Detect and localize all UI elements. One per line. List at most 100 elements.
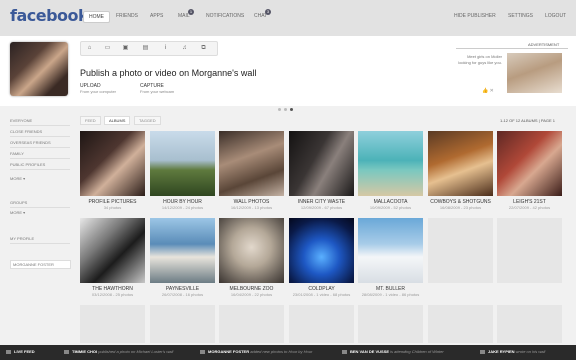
album-thumbnail[interactable] (80, 218, 145, 283)
ad-divider (456, 48, 568, 49)
filter-more[interactable]: MORE ▾ (10, 176, 70, 183)
capture-action[interactable]: CAPTURE From your webcam (140, 83, 174, 95)
empty-album-slot (150, 305, 215, 343)
tab-tagged[interactable]: TAGGED (134, 116, 161, 125)
capture-sub: From your webcam (140, 89, 175, 94)
nav-friends[interactable]: FRIENDS (116, 13, 138, 19)
pager-dot[interactable] (284, 108, 287, 111)
album-thumbnail[interactable] (358, 131, 423, 196)
album-card[interactable]: COWBOYS & SHOTGUNS 16/08/2009 - 23 photo… (428, 131, 493, 210)
album-card[interactable]: MT. BULLER 28/08/2009 - 1 video - 86 pho… (358, 218, 423, 297)
live-feed-title: LIVE FEED (14, 349, 35, 354)
live-feed-label[interactable]: LIVE FEED (6, 349, 35, 354)
tab-feed[interactable]: FEED (80, 116, 101, 125)
empty-thumbnail (428, 305, 493, 343)
empty-album-slot (289, 305, 354, 343)
profile-avatar[interactable] (10, 42, 68, 96)
chat-badge: 3 (265, 9, 271, 15)
nav-home[interactable]: HOME (83, 11, 110, 23)
albums-count: 1-12 OF 12 ALBUMS | PAGE 1 (500, 118, 555, 123)
feed-icon (64, 349, 69, 354)
ad-title: ADVERTISMENT (528, 42, 560, 47)
album-card[interactable]: MALLACOOTA 10/09/2009 - 52 photos (358, 131, 423, 210)
album-thumbnail[interactable] (358, 218, 423, 283)
info-icon[interactable]: i (161, 44, 170, 52)
album-thumbnail[interactable] (80, 131, 145, 196)
ad-text[interactable]: Meet girls on Moller looking for guys li… (458, 54, 502, 66)
hide-publisher-link[interactable]: HIDE PUBLISHER (454, 13, 496, 19)
nav-apps[interactable]: APPS (150, 13, 163, 19)
empty-album-slot (428, 305, 493, 343)
feed-item[interactable]: MORGANNE FOSTER added new photos to Hour… (200, 349, 312, 354)
filter-close-friends[interactable]: CLOSE FRIENDS (10, 129, 70, 137)
feed-item[interactable]: JAKE RYPIEN wrote on his wall (480, 349, 545, 354)
feed-item-text: added new photos to Hour by Hour (250, 349, 313, 354)
empty-thumbnail (428, 218, 493, 283)
logout-link[interactable]: LOGOUT (545, 13, 566, 19)
feed-item-text: published a photo on Michael Luster's wa… (98, 349, 174, 354)
album-thumbnail[interactable] (219, 218, 284, 283)
album-meta: 16/12/2009 - 13 photos (230, 205, 273, 210)
live-feed-bar: LIVE FEED TIMMIE CHOI published a photo … (0, 345, 576, 360)
album-card[interactable]: WALL PHOTOS 16/12/2009 - 13 photos (219, 131, 284, 210)
feed-item-text: is attending Children of Winter (390, 349, 444, 354)
album-thumbnail[interactable] (289, 218, 354, 283)
album-card[interactable]: LEIGH'S 21ST 22/07/2009 - 42 photos (497, 131, 562, 210)
filter-family[interactable]: FAMILY (10, 151, 70, 159)
pager-dot-active[interactable] (290, 108, 293, 111)
filter-public-profiles[interactable]: PUBLIC PROFILES (10, 162, 70, 170)
feed-item-name: BEN VAN DE VUSSE (350, 349, 390, 354)
publish-prompt[interactable]: Publish a photo or video on Morganne's w… (80, 68, 256, 78)
album-meta: 28/08/2009 - 1 video - 86 photos (361, 292, 420, 297)
my-profile-link[interactable]: MY PROFILE (10, 236, 70, 244)
tab-albums[interactable]: ALBUMS (104, 116, 131, 125)
ad-like-icon[interactable]: 👍 ✕ (482, 88, 494, 94)
album-meta: 10/09/2009 - 52 photos (369, 205, 412, 210)
album-thumbnail[interactable] (150, 218, 215, 283)
nav-notifications[interactable]: NOTIFICATIONS (206, 13, 244, 19)
filter-everyone[interactable]: EVERYONE (10, 118, 70, 126)
feed-item-name: JAKE RYPIEN (488, 349, 515, 354)
album-meta: 26/07/2008 - 16 photos (161, 292, 204, 297)
album-meta: 12/09/2009 - 67 photos (300, 205, 343, 210)
feed-item[interactable]: TIMMIE CHOI published a photo on Michael… (64, 349, 173, 354)
empty-album-slot (497, 218, 562, 283)
mail-badge: 1 (188, 9, 194, 15)
album-thumbnail[interactable] (428, 131, 493, 196)
album-meta: 14/12/2009 - 24 photos (161, 205, 204, 210)
album-card[interactable]: COLDPLAY 23/01/2008 - 1 video - 68 photo… (289, 218, 354, 297)
album-meta: 22/07/2009 - 42 photos (508, 205, 551, 210)
album-card[interactable]: INNER CITY WASTE 12/09/2009 - 67 photos (289, 131, 354, 210)
pager-dot[interactable] (278, 108, 281, 111)
groups-more[interactable]: MORE ▾ (10, 210, 70, 217)
album-thumbnail[interactable] (150, 131, 215, 196)
album-card[interactable]: THE HAWTHORN 03/12/2008 - 25 photos (80, 218, 145, 297)
album-thumbnail[interactable] (289, 131, 354, 196)
user-name[interactable]: MORGANNE FOSTER (10, 260, 71, 269)
empty-thumbnail (497, 218, 562, 283)
wall-icon[interactable]: ▭ (103, 44, 112, 52)
upload-action[interactable]: UPLOAD From your computer (80, 83, 116, 95)
album-thumbnail[interactable] (219, 131, 284, 196)
album-card[interactable]: MELBOURNE ZOO 16/04/2009 - 22 photos (219, 218, 284, 297)
album-card[interactable]: PAYNESVILLE 26/07/2008 - 16 photos (150, 218, 215, 297)
album-card[interactable]: PROFILE PICTURES 34 photos (80, 131, 145, 210)
album-card[interactable]: HOUR BY HOUR 14/12/2009 - 24 photos (150, 131, 215, 210)
music-icon[interactable]: ♫ (180, 44, 189, 52)
empty-album-slot (428, 218, 493, 283)
settings-link[interactable]: SETTINGS (508, 13, 533, 19)
album-thumbnail[interactable] (497, 131, 562, 196)
ad-image[interactable] (507, 53, 562, 93)
feed-item[interactable]: BEN VAN DE VUSSE is attending Children o… (342, 349, 444, 354)
video-icon[interactable]: ▤ (141, 44, 150, 52)
empty-thumbnail (219, 305, 284, 343)
upload-sub: From your computer (80, 89, 117, 94)
feed-item-name: TIMMIE CHOI (72, 349, 98, 354)
filter-overseas-friends[interactable]: OVERSEAS FRIENDS (10, 140, 70, 148)
photo-icon[interactable]: ▣ (121, 44, 130, 52)
links-icon[interactable]: ⧉ (199, 44, 208, 52)
facebook-logo[interactable]: facebook (10, 6, 89, 25)
empty-thumbnail (80, 305, 145, 343)
home-icon[interactable]: ⌂ (85, 44, 94, 52)
publisher-toolbar: ⌂ ▭ ▣ ▤ i ♫ ⧉ (80, 41, 218, 56)
